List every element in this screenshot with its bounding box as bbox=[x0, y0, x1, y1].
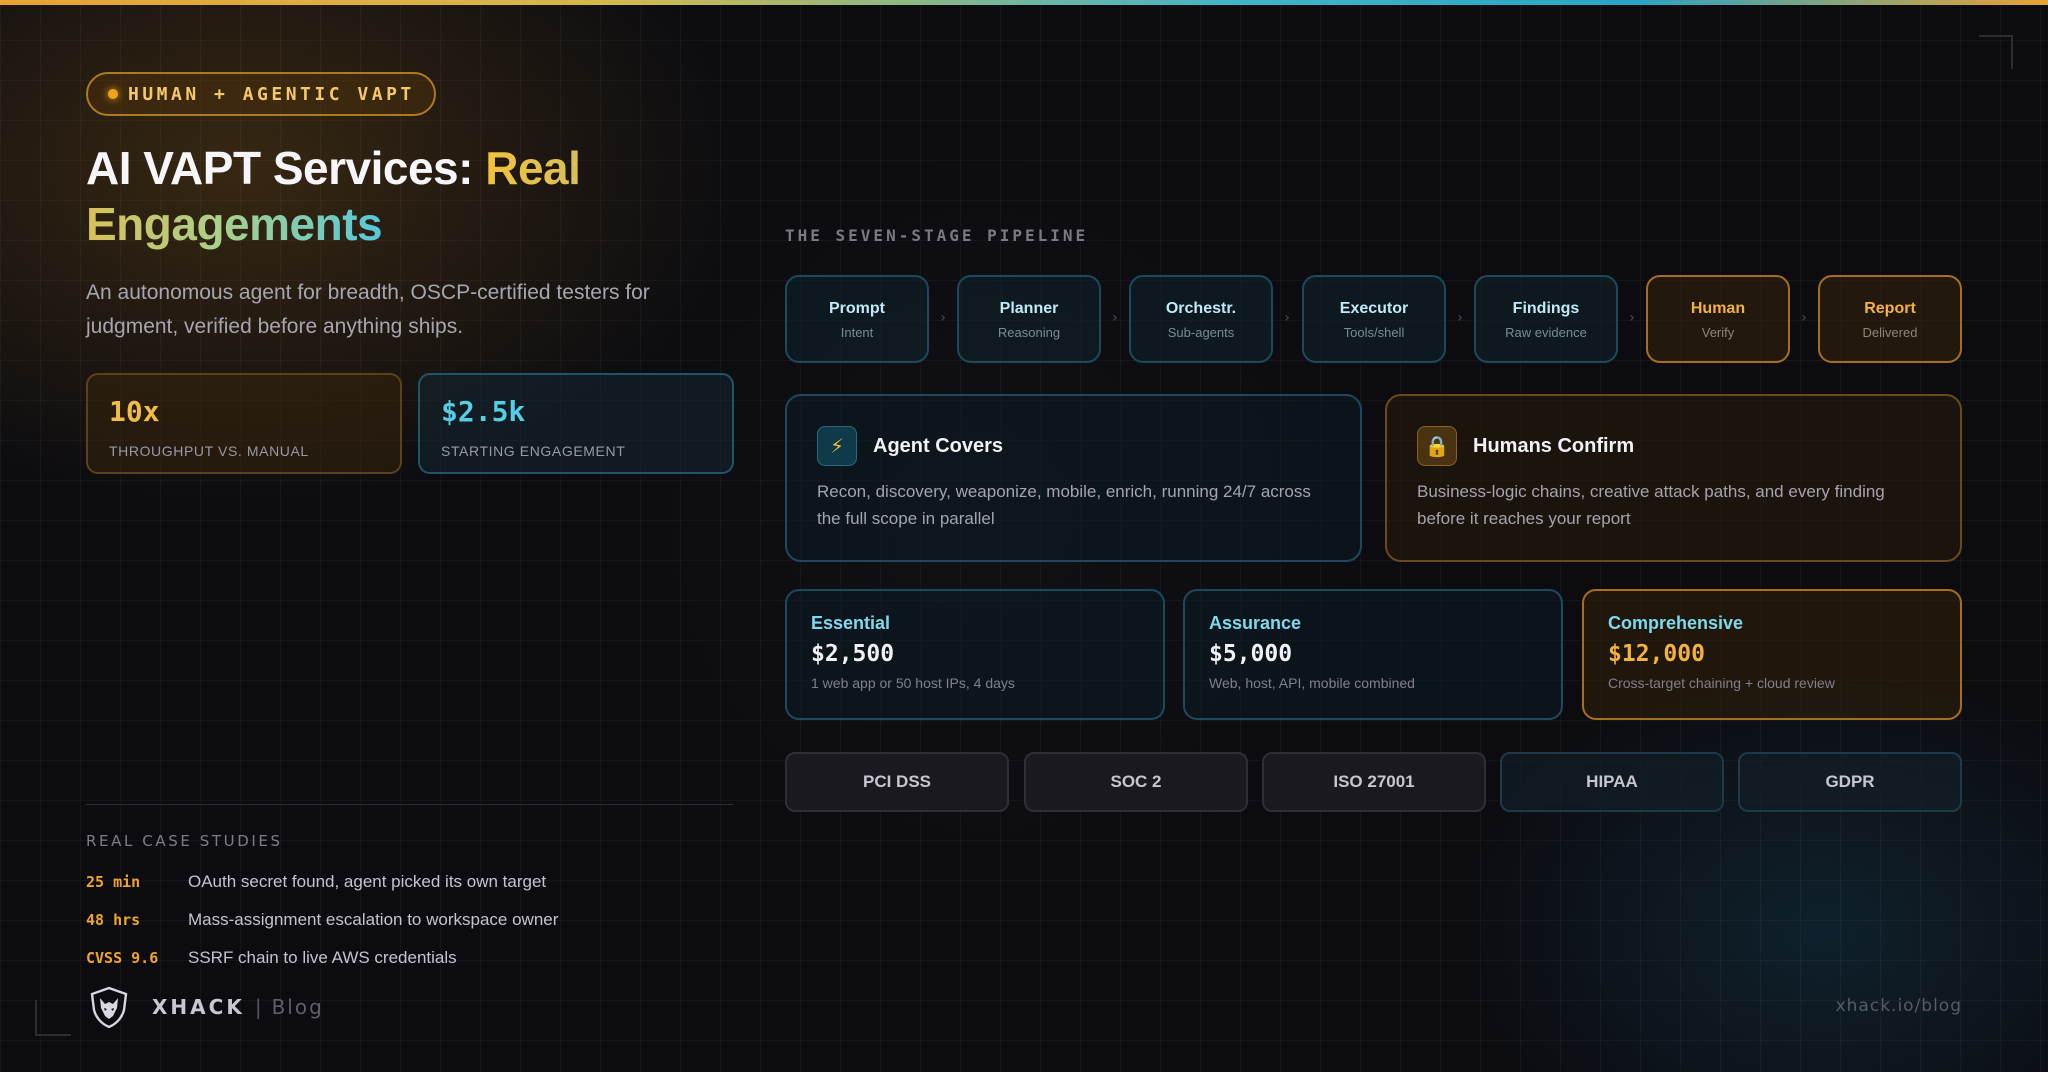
brand-separator: | bbox=[254, 995, 262, 1019]
tier-description: 1 web app or 50 host IPs, 4 days bbox=[811, 675, 1015, 691]
pipeline-stage-human: Human Verify bbox=[1646, 275, 1790, 363]
brand-footer[interactable]: XHACK | Blog bbox=[88, 986, 324, 1028]
compliance-badge-gdpr: GDPR bbox=[1738, 752, 1962, 812]
case-description: SSRF chain to live AWS credentials bbox=[188, 948, 457, 967]
tier-price: $2,500 bbox=[811, 641, 895, 667]
tier-description: Cross-target chaining + cloud review bbox=[1608, 675, 1835, 691]
stage-name: Executor bbox=[1339, 300, 1409, 317]
case-metric: CVSS 9.6 bbox=[86, 949, 159, 967]
pipeline-stage-findings: Findings Raw evidence bbox=[1474, 275, 1618, 363]
wolf-shield-icon bbox=[90, 986, 128, 1028]
page-subtitle: An autonomous agent for breadth, OSCP-ce… bbox=[86, 281, 650, 338]
pipeline-heading: THE SEVEN-STAGE PIPELINE bbox=[785, 226, 1089, 245]
compliance-badge-hipaa: HIPAA bbox=[1500, 752, 1724, 812]
stage-name: Prompt bbox=[829, 300, 885, 317]
corner-bracket-bottom-left bbox=[35, 1000, 71, 1036]
badge-label: HUMAN + AGENTIC VAPT bbox=[128, 83, 415, 105]
feature-description: Recon, discovery, weaponize, mobile, enr… bbox=[817, 482, 1311, 528]
pipeline-stage-executor: Executor Tools/shell bbox=[1302, 275, 1446, 363]
feature-title: Humans Confirm bbox=[1473, 434, 1635, 457]
category-badge: HUMAN + AGENTIC VAPT bbox=[86, 72, 436, 116]
pipeline-stage-prompt: Prompt Intent bbox=[785, 275, 929, 363]
stat-card-throughput: 10x THROUGHPUT VS. MANUAL bbox=[86, 373, 402, 474]
feature-description: Business-logic chains, creative attack p… bbox=[1417, 482, 1885, 528]
tier-name: Comprehensive bbox=[1608, 613, 1744, 633]
lightning-icon: ⚡ bbox=[817, 426, 857, 466]
pricing-tier-comprehensive[interactable]: Comprehensive $12,000 Cross-target chain… bbox=[1582, 589, 1962, 720]
case-study-item: 25 min OAuth secret found, agent picked … bbox=[86, 871, 546, 893]
page-title: AI VAPT Services: Real Engagements bbox=[86, 140, 706, 252]
feature-card-agent-covers: ⚡ Agent Covers Recon, discovery, weaponi… bbox=[785, 394, 1362, 562]
compliance-badge-soc2: SOC 2 bbox=[1024, 752, 1248, 812]
stat-label: STARTING ENGAGEMENT bbox=[441, 443, 626, 459]
tier-price: $5,000 bbox=[1209, 641, 1293, 667]
case-metric: 25 min bbox=[86, 873, 141, 891]
status-dot-icon bbox=[108, 89, 118, 99]
feature-title: Agent Covers bbox=[873, 434, 1004, 457]
stage-subtitle: Raw evidence bbox=[1505, 325, 1587, 340]
top-gradient-bar bbox=[0, 0, 2048, 5]
pipeline-stage-report: Report Delivered bbox=[1818, 275, 1962, 363]
pricing-tier-essential[interactable]: Essential $2,500 1 web app or 50 host IP… bbox=[785, 589, 1165, 720]
chevron-right-icon: › bbox=[1284, 310, 1290, 326]
stat-value: 10x bbox=[109, 395, 160, 428]
stat-label: THROUGHPUT VS. MANUAL bbox=[109, 443, 309, 459]
title-accent-engagements: Engagements bbox=[86, 198, 383, 250]
stat-card-starting-price: $2.5k STARTING ENGAGEMENT bbox=[418, 373, 734, 474]
pricing-tier-assurance[interactable]: Assurance $5,000 Web, host, API, mobile … bbox=[1183, 589, 1563, 720]
tier-name: Essential bbox=[811, 613, 891, 633]
stage-subtitle: Intent bbox=[840, 325, 874, 340]
corner-bracket-top-right bbox=[1979, 35, 2013, 69]
stage-name: Orchestr. bbox=[1165, 300, 1237, 317]
stage-subtitle: Tools/shell bbox=[1343, 325, 1405, 340]
case-study-item: CVSS 9.6 SSRF chain to live AWS credenti… bbox=[86, 947, 457, 969]
stage-subtitle: Sub-agents bbox=[1167, 325, 1235, 340]
tier-description: Web, host, API, mobile combined bbox=[1209, 675, 1415, 691]
stage-name: Findings bbox=[1512, 300, 1580, 317]
feature-card-humans-confirm: 🔒 Humans Confirm Business-logic chains, … bbox=[1385, 394, 1962, 562]
site-url[interactable]: xhack.io/blog bbox=[1836, 996, 1962, 1016]
lock-icon: 🔒 bbox=[1417, 426, 1457, 466]
tier-name: Assurance bbox=[1209, 613, 1302, 633]
stage-subtitle: Verify bbox=[1701, 325, 1735, 340]
chevron-right-icon: › bbox=[1629, 310, 1635, 326]
stage-subtitle: Delivered bbox=[1862, 325, 1918, 340]
stage-name: Human bbox=[1690, 300, 1746, 317]
stage-name: Planner bbox=[999, 300, 1059, 317]
case-studies-heading: REAL CASE STUDIES bbox=[86, 832, 283, 850]
brand-section: Blog bbox=[271, 995, 324, 1019]
stat-value: $2.5k bbox=[441, 395, 526, 428]
brand-name: XHACK bbox=[152, 995, 245, 1019]
tier-price: $12,000 bbox=[1608, 641, 1705, 667]
section-divider bbox=[86, 804, 734, 805]
chevron-right-icon: › bbox=[1457, 310, 1463, 326]
stage-subtitle: Reasoning bbox=[997, 325, 1061, 340]
case-metric: 48 hrs bbox=[86, 911, 141, 929]
pipeline-stage-planner: Planner Reasoning bbox=[957, 275, 1101, 363]
chevron-right-icon: › bbox=[940, 310, 946, 326]
pipeline-stage-orchestrator: Orchestr. Sub-agents bbox=[1129, 275, 1273, 363]
stage-name: Report bbox=[1864, 300, 1916, 317]
title-main: AI VAPT Services: bbox=[86, 142, 486, 194]
chevron-right-icon: › bbox=[1112, 310, 1118, 326]
compliance-badge-iso-27001: ISO 27001 bbox=[1262, 752, 1486, 812]
case-study-item: 48 hrs Mass-assignment escalation to wor… bbox=[86, 909, 558, 931]
chevron-right-icon: › bbox=[1801, 310, 1807, 326]
case-description: Mass-assignment escalation to workspace … bbox=[188, 910, 559, 929]
title-accent-real: Real bbox=[485, 142, 581, 194]
case-description: OAuth secret found, agent picked its own… bbox=[188, 872, 547, 891]
compliance-badge-pci-dss: PCI DSS bbox=[785, 752, 1009, 812]
